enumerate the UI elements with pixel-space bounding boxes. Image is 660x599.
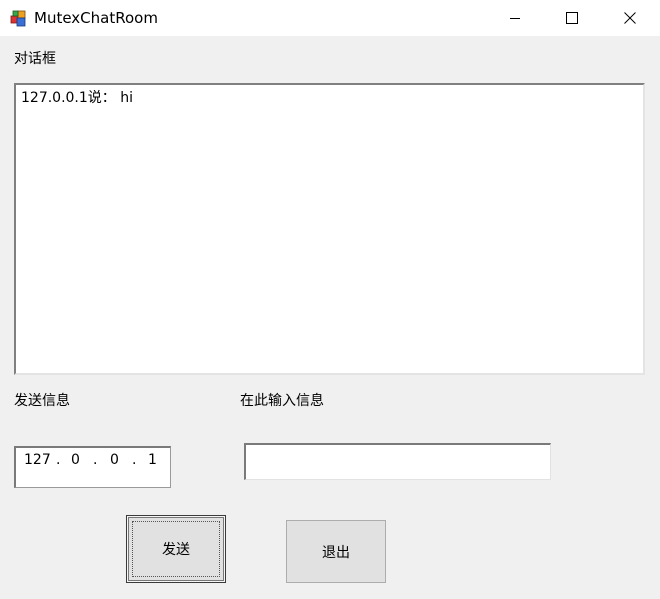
- app-icon: [9, 8, 29, 28]
- close-button[interactable]: [601, 0, 659, 36]
- minimize-icon: [510, 18, 520, 19]
- minimize-button[interactable]: [486, 0, 544, 36]
- ip-dot: .: [132, 452, 137, 468]
- ip-address-field[interactable]: 127 . 0 . 0 . 1: [14, 446, 171, 488]
- close-icon: [624, 12, 636, 24]
- title-bar: MutexChatRoom: [0, 0, 660, 36]
- ip-dot: .: [56, 452, 61, 468]
- exit-button-label: 退出: [322, 544, 350, 561]
- ip-octet-1[interactable]: 127: [24, 452, 51, 468]
- maximize-button[interactable]: [543, 0, 601, 36]
- maximize-icon: [566, 12, 578, 24]
- send-button[interactable]: 发送: [126, 515, 226, 583]
- input-hint-label: 在此输入信息: [240, 393, 324, 409]
- window-title: MutexChatRoom: [34, 9, 158, 27]
- ip-octet-4[interactable]: 1: [148, 452, 157, 468]
- ip-octet-3[interactable]: 0: [110, 452, 119, 468]
- send-button-label: 发送: [162, 542, 190, 558]
- message-input[interactable]: [244, 443, 551, 480]
- ip-octet-2[interactable]: 0: [71, 452, 80, 468]
- dialog-label: 对话框: [14, 51, 56, 67]
- exit-button[interactable]: 退出: [286, 520, 386, 583]
- send-info-label: 发送信息: [14, 393, 70, 409]
- chat-log[interactable]: 127.0.0.1说： hi: [14, 83, 645, 375]
- ip-dot: .: [93, 452, 98, 468]
- chat-message: 127.0.0.1说： hi: [21, 90, 134, 106]
